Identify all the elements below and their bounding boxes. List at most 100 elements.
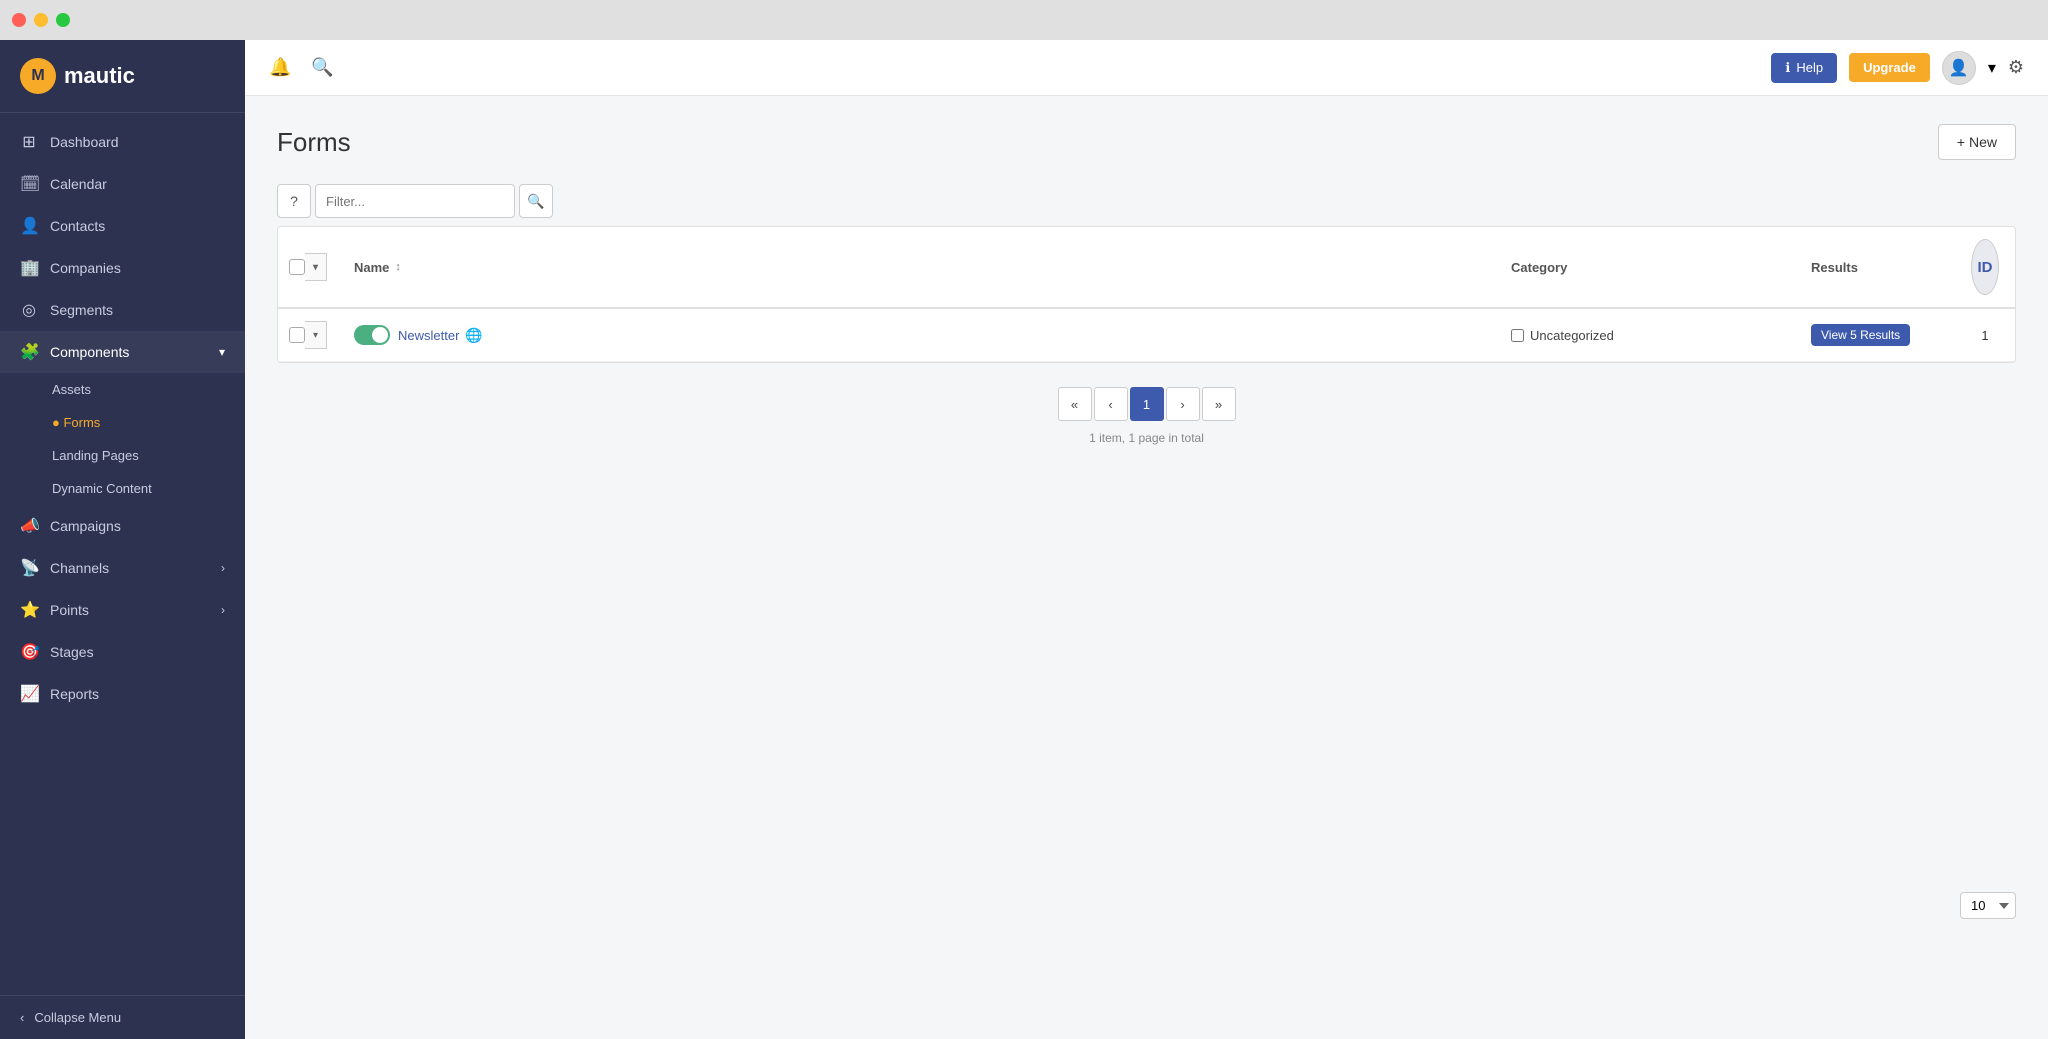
sidebar-item-label: Points (50, 602, 89, 618)
select-all-checkbox[interactable] (289, 259, 305, 275)
per-page-select[interactable]: 10 25 50 100 (1960, 892, 2016, 919)
th-category-label: Category (1511, 260, 1567, 275)
maximize-button[interactable] (56, 13, 70, 27)
subitem-label: Landing Pages (52, 448, 139, 463)
user-dropdown-arrow[interactable]: ▾ (1988, 58, 1996, 78)
sidebar-subitem-forms[interactable]: ● Forms (0, 406, 245, 439)
pagination-current[interactable]: 1 (1130, 387, 1164, 421)
sidebar-item-channels[interactable]: 📡 Channels › (0, 547, 245, 589)
sidebar: M mautic ⊞ Dashboard 🗓 Calendar 👤 Contac… (0, 40, 245, 1039)
help-button[interactable]: ℹ Help (1771, 53, 1837, 83)
sidebar-item-points[interactable]: ⭐ Points › (0, 589, 245, 631)
sidebar-navigation: ⊞ Dashboard 🗓 Calendar 👤 Contacts 🏢 Comp… (0, 113, 245, 995)
filter-help-button[interactable]: ? (277, 184, 311, 218)
th-name-label: Name (354, 260, 389, 275)
view-results-badge[interactable]: View 5 Results (1811, 324, 1910, 346)
checkbox-dropdown[interactable]: ▾ (305, 253, 327, 281)
pagination-first[interactable]: « (1058, 387, 1092, 421)
pagination-controls: « ‹ 1 › » (1058, 387, 1236, 421)
pagination-last[interactable]: » (1202, 387, 1236, 421)
components-icon: 🧩 (20, 342, 38, 362)
components-arrow-icon: ▾ (219, 345, 225, 359)
new-button[interactable]: + New (1938, 124, 2016, 160)
sidebar-item-calendar[interactable]: 🗓 Calendar (0, 163, 245, 205)
sidebar-item-label: Contacts (50, 218, 105, 234)
collapse-icon: ‹ (20, 1010, 24, 1025)
filter-input[interactable] (315, 184, 515, 218)
th-results: Results (1795, 227, 1955, 307)
form-toggle[interactable] (354, 325, 390, 345)
sidebar-item-label: Components (50, 344, 129, 360)
collapse-menu-button[interactable]: ‹ Collapse Menu (0, 995, 245, 1039)
question-icon: ? (290, 193, 298, 209)
logo-text: mautic (64, 63, 135, 89)
id-column-header: ID (1971, 239, 1999, 295)
sidebar-subitem-assets[interactable]: Assets (0, 373, 245, 406)
sidebar-subitem-landing-pages[interactable]: Landing Pages (0, 439, 245, 472)
avatar[interactable]: 👤 (1942, 51, 1976, 85)
search-icon[interactable]: 🔍 (311, 57, 333, 78)
sidebar-item-dashboard[interactable]: ⊞ Dashboard (0, 121, 245, 163)
pagination-summary: 1 item, 1 page in total (1089, 431, 1204, 445)
sidebar-item-reports[interactable]: 📈 Reports (0, 673, 245, 715)
row-checkbox-dropdown[interactable]: ▾ (305, 321, 327, 349)
close-button[interactable] (12, 13, 26, 27)
help-circle-icon: ℹ (1785, 60, 1790, 76)
sidebar-item-label: Campaigns (50, 518, 121, 534)
sidebar-item-campaigns[interactable]: 📣 Campaigns (0, 505, 245, 547)
sidebar-item-companies[interactable]: 🏢 Companies (0, 247, 245, 289)
sidebar-logo: M mautic (0, 40, 245, 113)
row-checkbox[interactable] (289, 327, 305, 343)
th-category: Category (1495, 227, 1795, 307)
table-header: ▾ Name ↕ Category Results (278, 227, 2015, 309)
search-icon: 🔍 (527, 193, 544, 210)
sidebar-item-label: Dashboard (50, 134, 119, 150)
th-id: ID (1955, 227, 2015, 307)
title-bar (0, 0, 2048, 40)
sidebar-item-components[interactable]: 🧩 Components ▾ (0, 331, 245, 373)
sidebar-item-label: Companies (50, 260, 121, 276)
th-name[interactable]: Name ↕ (338, 227, 1495, 307)
channels-arrow-icon: › (221, 561, 225, 575)
table-row: ▾ Newsletter 🌐 Uncategorized (278, 309, 2015, 362)
sidebar-item-label: Reports (50, 686, 99, 702)
forms-table: ▾ Name ↕ Category Results (277, 226, 2016, 363)
minimize-button[interactable] (34, 13, 48, 27)
active-dot-icon: ● (52, 415, 63, 430)
help-label: Help (1796, 60, 1823, 75)
dashboard-icon: ⊞ (20, 132, 38, 152)
calendar-icon: 🗓 (20, 174, 38, 194)
row-id-value: 1 (1981, 328, 1988, 343)
sidebar-item-contacts[interactable]: 👤 Contacts (0, 205, 245, 247)
segments-icon: ◎ (20, 300, 38, 320)
page-content: Forms + New ? 🔍 (245, 96, 2048, 1039)
sidebar-subitem-dynamic-content[interactable]: Dynamic Content (0, 472, 245, 505)
th-results-label: Results (1811, 260, 1858, 275)
subitem-label: Forms (63, 415, 100, 430)
companies-icon: 🏢 (20, 258, 38, 278)
upgrade-button[interactable]: Upgrade (1849, 53, 1930, 82)
contacts-icon: 👤 (20, 216, 38, 236)
category-checkbox[interactable] (1511, 329, 1524, 342)
filter-bar: ? 🔍 (277, 184, 2016, 218)
channels-icon: 📡 (20, 558, 38, 578)
sidebar-item-label: Segments (50, 302, 113, 318)
gear-icon[interactable]: ⚙ (2008, 57, 2024, 78)
per-page-area: 10 25 50 100 (1960, 892, 2016, 919)
page-title: Forms (277, 127, 351, 158)
sidebar-item-stages[interactable]: 🎯 Stages (0, 631, 245, 673)
reports-icon: 📈 (20, 684, 38, 704)
bell-icon[interactable]: 🔔 (269, 57, 291, 78)
subitem-label: Assets (52, 382, 91, 397)
td-name: Newsletter 🌐 (338, 309, 1495, 361)
td-id: 1 (1955, 309, 2015, 361)
pagination-prev[interactable]: ‹ (1094, 387, 1128, 421)
form-name[interactable]: Newsletter (398, 328, 459, 343)
subitem-label: Dynamic Content (52, 481, 152, 496)
sidebar-item-label: Calendar (50, 176, 107, 192)
filter-search-button[interactable]: 🔍 (519, 184, 553, 218)
pagination-next[interactable]: › (1166, 387, 1200, 421)
sidebar-item-segments[interactable]: ◎ Segments (0, 289, 245, 331)
collapse-label: Collapse Menu (34, 1010, 121, 1025)
sidebar-item-label: Stages (50, 644, 94, 660)
